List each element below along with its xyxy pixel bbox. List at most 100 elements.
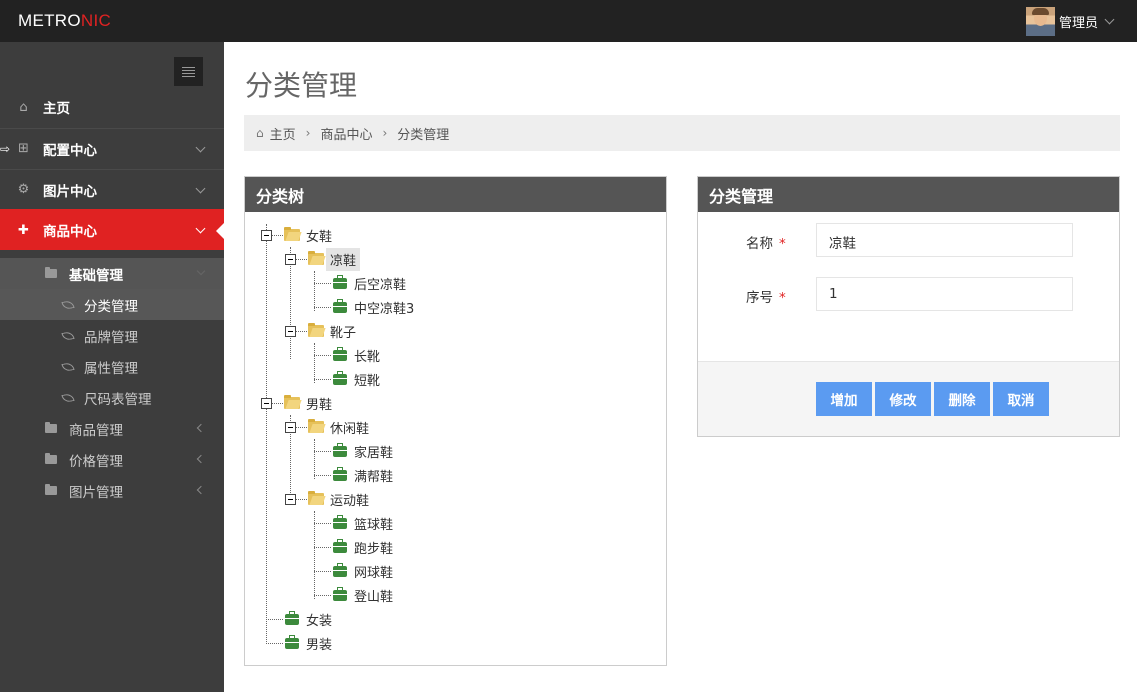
sidebar-subitem-label: 品牌管理 [84,329,138,346]
sidebar-subitem-label: 图片管理 [69,484,123,501]
order-input[interactable]: 1 [816,277,1073,311]
tree-node[interactable]: 网球鞋 [332,560,397,582]
sidebar-item-home[interactable]: ⌂ 主页 [0,87,224,127]
tree-node[interactable]: 跑步鞋 [332,536,397,558]
briefcase-icon [333,514,347,529]
tree-node-label: 短靴 [354,373,381,389]
tree-node[interactable]: 女鞋 [284,224,336,246]
sidebar-subitem-category[interactable]: 分类管理 [0,289,224,320]
sidebar-subitem-goods[interactable]: 商品管理 [0,413,224,444]
tree-node-label: 男鞋 [306,397,333,413]
tree-node-label: 女鞋 [306,229,333,245]
tree-node[interactable]: 篮球鞋 [332,512,397,534]
chevron-down-icon [195,183,206,194]
sidebar-subitem-pictures[interactable]: 图片管理 [0,475,224,506]
edit-button[interactable]: 修改 [875,382,931,416]
chevron-left-icon [196,423,206,433]
sidebar-subitem-label: 价格管理 [69,453,123,470]
collapse-toggle[interactable] [261,398,272,409]
tree-node-selected[interactable]: 凉鞋 [308,247,361,271]
collapse-toggle[interactable] [285,494,296,505]
folder-icon [45,484,57,495]
leaf-icon [61,361,75,372]
briefcase-icon [333,370,347,385]
add-button[interactable]: 增加 [816,382,872,416]
tree-node[interactable]: 休闲鞋 [308,416,373,438]
brand-logo[interactable]: METRONIC [18,11,111,31]
sidebar-subitem-basic[interactable]: 基础管理 [0,258,224,289]
tree-node-label: 长靴 [354,349,381,365]
sidebar-subitem-label: 基础管理 [69,267,123,284]
sidebar-item-goods[interactable]: ✚ 商品中心 [0,209,224,250]
sidebar-subitem-price[interactable]: 价格管理 [0,444,224,475]
folder-open-icon [308,251,324,265]
tree-node-label: 跑步鞋 [354,541,394,557]
sidebar-toggle-button[interactable] [174,57,203,86]
sidebar-subitem-size-chart[interactable]: 尺码表管理 [0,382,224,413]
name-input[interactable]: 凉鞋 [816,223,1073,257]
folder-icon [45,422,57,433]
tree-node[interactable]: 短靴 [332,368,384,390]
tree-node[interactable]: 登山鞋 [332,584,397,606]
sidebar-item-label: 图片中心 [43,183,97,200]
tree-node[interactable]: 靴子 [308,320,360,342]
breadcrumb-link-home[interactable]: 主页 [270,124,296,143]
folder-open-icon [284,227,300,241]
folder-icon [45,267,57,278]
briefcase-icon [333,562,347,577]
collapse-toggle[interactable] [261,230,272,241]
breadcrumb-link-goods[interactable]: 商品中心 [320,124,372,143]
puzzle-icon: ✚ [18,222,29,238]
gift-icon: ⊞ [18,141,29,156]
chevron-left-icon [196,454,206,464]
name-form-row: 名称 * 凉鞋 [698,223,1118,257]
tree-node[interactable]: 男装 [284,632,336,654]
tree-node-label: 女装 [306,613,333,629]
sidebar-subitem-label: 尺码表管理 [84,391,152,408]
tree-node[interactable]: 女装 [284,608,336,630]
sidebar: ⌂ 主页 ⇨ ⊞ 配置中心 ⚙ 图片中心 ✚ 商品中心 基础管理 分类管理 品牌… [0,42,224,692]
tree-node[interactable]: 长靴 [332,344,384,366]
leaf-icon [61,330,75,341]
order-label: 序号 * [746,290,786,306]
briefcase-icon [333,346,347,361]
sidebar-item-images[interactable]: ⚙ 图片中心 [0,169,224,209]
tree-node[interactable]: 男鞋 [284,392,336,414]
user-menu[interactable]: 管理员 [1025,6,1115,36]
cancel-button[interactable]: 取消 [993,382,1049,416]
delete-button[interactable]: 删除 [934,382,990,416]
folder-open-icon [284,395,300,409]
tree-node-label: 满帮鞋 [354,469,394,485]
chevron-down-icon [1104,14,1115,24]
collapse-toggle[interactable] [285,254,296,265]
briefcase-icon [333,298,347,313]
category-tree-panel: 分类树 女鞋 凉鞋 后空凉鞋 中空凉鞋3 靴子 长靴 短靴 男鞋 休闲鞋 家居鞋… [244,176,667,666]
tree-node[interactable]: 中空凉鞋3 [332,296,418,318]
name-label: 名称 * [746,236,786,252]
tree-node[interactable]: 满帮鞋 [332,464,397,486]
category-form-panel: 分类管理 名称 * 凉鞋 序号 * 1 增加 修改 删除 取消 [697,176,1120,437]
top-bar: METRONIC 管理员 [0,0,1137,42]
chevron-left-icon [196,485,206,495]
tree-node-label: 休闲鞋 [330,421,370,437]
sidebar-item-config[interactable]: ⇨ ⊞ 配置中心 [0,128,224,168]
tree-node[interactable]: 家居鞋 [332,440,397,462]
chevron-right-icon: › [305,126,311,140]
sidebar-subitem-attribute[interactable]: 属性管理 [0,351,224,382]
sidebar-item-label: 配置中心 [43,142,97,159]
chevron-right-icon: › [382,126,388,140]
chevron-down-icon [196,266,206,276]
sidebar-subitem-label: 分类管理 [84,298,138,315]
tree-node[interactable]: 后空凉鞋 [332,272,410,294]
tree-node[interactable]: 运动鞋 [308,488,373,510]
sidebar-subitem-brand[interactable]: 品牌管理 [0,320,224,351]
collapse-toggle[interactable] [285,422,296,433]
briefcase-icon [333,274,347,289]
form-panel-title: 分类管理 [698,177,1119,212]
collapse-toggle[interactable] [285,326,296,337]
sign-in-icon: ⇨ [0,141,11,156]
tree-node-label: 后空凉鞋 [354,277,407,293]
cogs-icon: ⚙ [17,182,30,197]
breadcrumb: ⌂ 主页 › 商品中心 › 分类管理 [244,115,1120,151]
folder-icon [45,453,57,464]
